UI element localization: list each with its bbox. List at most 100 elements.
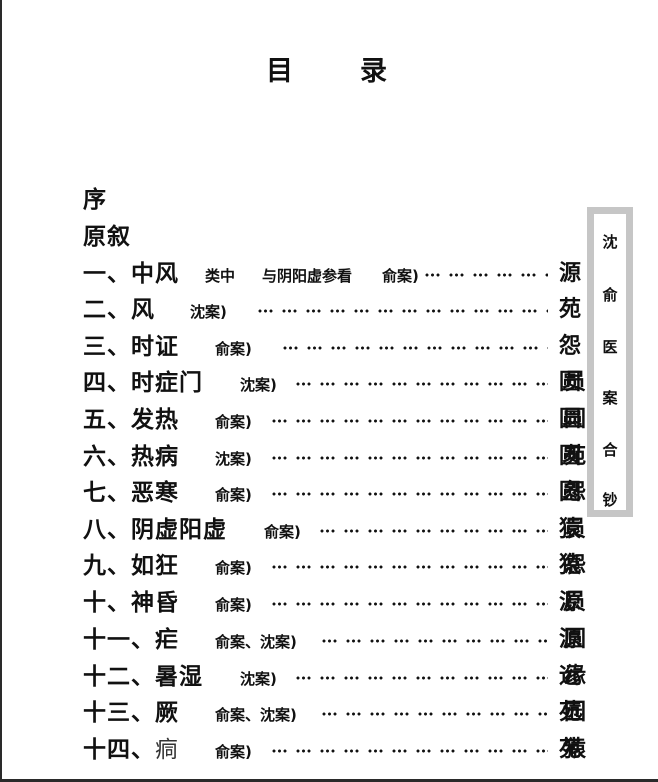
entry-number: 六、 — [83, 444, 131, 470]
entry-number: 三、 — [83, 334, 131, 360]
entry-title: 痌 — [155, 737, 179, 763]
dot-leader — [322, 639, 548, 643]
entry-title: 热病 — [131, 444, 179, 470]
entry-heading: 十一、疟 — [83, 622, 179, 658]
dot-leader — [272, 492, 548, 496]
entry-note: 俞案) — [382, 267, 419, 285]
entry-note: 俞案) — [215, 486, 252, 504]
dot-leader — [425, 273, 548, 277]
dot-leader — [258, 309, 548, 313]
entry-title: 阴虚阳虚 — [131, 517, 227, 543]
entry-note: 俞案、沈案) — [215, 706, 297, 724]
entry-note: 俞案) — [215, 413, 252, 431]
dot-leader — [272, 565, 548, 569]
entry-title: 神昏 — [131, 590, 179, 616]
entry-heading: 二、风 — [83, 292, 155, 328]
entry-title: 如狂 — [131, 553, 179, 579]
entry-title: 时证 — [131, 334, 179, 360]
toc-entry-preface[interactable]: 序 — [0, 182, 658, 218]
page-number: 猿员 — [559, 517, 587, 542]
dot-leader — [322, 712, 548, 716]
toc-entry[interactable]: 七、恶寒 俞案) 圆怨 — [0, 475, 658, 511]
side-label-char: 案 — [602, 389, 618, 407]
dot-leader — [283, 346, 548, 350]
entry-title: 暑湿 — [155, 664, 203, 690]
dot-leader — [272, 602, 548, 606]
entry-number: 八、 — [83, 517, 131, 543]
page-number: 猿怨 — [559, 553, 587, 578]
toc-entry[interactable]: 二、风 沈案) 苑 — [0, 292, 658, 328]
toc-entry[interactable]: 五、发热 俞案) 圆圆 — [0, 402, 658, 438]
toc-entry[interactable]: 十一、疟 俞案、沈案) 源圆 — [0, 622, 658, 658]
dot-leader — [320, 529, 548, 533]
toc-entry[interactable]: 十、神昏 俞案) 源员 — [0, 585, 658, 621]
entry-number: 五、 — [83, 407, 131, 433]
page-title-char-1: 目 — [266, 56, 293, 87]
toc-entry[interactable]: 六、热病 沈案) 圆苑 — [0, 439, 658, 475]
entry-note: 俞案、沈案) — [215, 633, 297, 651]
entry-heading: 一、中风 — [83, 256, 179, 292]
entry-title: 发热 — [131, 407, 179, 433]
side-label-char: 医 — [602, 338, 618, 356]
entry-title: 中风 — [131, 261, 179, 287]
entry-number: 十二、 — [83, 664, 155, 690]
entry-title: 厥 — [155, 700, 179, 726]
dot-leader — [296, 676, 548, 680]
entry-heading: 原叙 — [83, 224, 131, 250]
entry-number: 十四、 — [83, 737, 155, 763]
dot-leader — [272, 749, 548, 753]
page-number: 苑猿 — [559, 737, 587, 762]
entry-note: 俞案) — [215, 743, 252, 761]
entry-note: 沈案) — [215, 450, 252, 468]
entry-number: 二、 — [83, 297, 131, 323]
entry-heading: 三、时证 — [83, 329, 179, 365]
dot-leader — [296, 382, 548, 386]
entry-note: 沈案) — [240, 670, 277, 688]
side-book-title-label: 沈 俞 医 案 合 钞 — [587, 207, 633, 517]
entry-note: 与阴阳虚参看 — [262, 267, 353, 285]
entry-note: 俞案) — [215, 340, 252, 358]
entry-number: 一、 — [83, 261, 131, 287]
side-label-char: 沈 — [602, 233, 618, 251]
toc-entry[interactable]: 三、时证 俞案) 怨 — [0, 329, 658, 365]
dot-leader — [272, 419, 548, 423]
entry-number: 十一、 — [83, 627, 155, 653]
entry-note: 俞案) — [264, 523, 301, 541]
side-label-char: 俞 — [602, 286, 618, 304]
toc-entry[interactable]: 四、时症门 沈案) 圆员 — [0, 365, 658, 401]
entry-number: 四、 — [83, 370, 131, 396]
entry-heading: 十三、厥 — [83, 695, 179, 731]
entry-number: 十、 — [83, 590, 131, 616]
toc-entry[interactable]: 八、阴虚阳虚 俞案) 猿员 — [0, 512, 658, 548]
entry-number: 十三、 — [83, 700, 155, 726]
entry-heading: 八、阴虚阳虚 — [83, 512, 227, 548]
toc-entry[interactable]: 一、中风 类中 与阴阳虚参看 俞案) 源 — [0, 256, 658, 292]
entry-heading: 六、热病 — [83, 439, 179, 475]
toc-entry[interactable]: 十四、痌 俞案) 苑猿 — [0, 732, 658, 768]
entry-heading: 七、恶寒 — [83, 475, 179, 511]
side-label-char: 钞 — [602, 491, 618, 509]
toc-entry[interactable]: 十二、暑湿 沈案) 远缘 — [0, 659, 658, 695]
page-number: 远缘 — [559, 664, 587, 689]
entry-note: 俞案) — [215, 559, 252, 577]
toc-entry[interactable]: 十三、厥 俞案、沈案) 苑园 — [0, 695, 658, 731]
page-title-char-2: 录 — [360, 56, 387, 87]
entry-number: 九、 — [83, 553, 131, 579]
page-number: 源员 — [559, 590, 587, 615]
toc-entry[interactable]: 九、如狂 俞案) 猿怨 — [0, 548, 658, 584]
entry-note: 类中 — [205, 267, 236, 285]
entry-heading: 九、如狂 — [83, 548, 179, 584]
entry-note: 沈案) — [190, 303, 227, 321]
entry-heading: 四、时症门 — [83, 365, 203, 401]
toc-entry-original-narrative[interactable]: 原叙 — [0, 219, 658, 255]
entry-heading: 十二、暑湿 — [83, 659, 203, 695]
entry-title: 时症门 — [131, 370, 203, 396]
page-number: 源圆 — [559, 627, 587, 652]
entry-note: 沈案) — [240, 376, 277, 394]
dot-leader — [272, 456, 548, 460]
entry-heading: 十四、痌 — [83, 732, 179, 768]
entry-heading: 五、发热 — [83, 402, 179, 438]
entry-title: 恶寒 — [131, 480, 179, 506]
page-number: 苑园 — [559, 700, 587, 725]
entry-heading: 序 — [83, 187, 107, 213]
